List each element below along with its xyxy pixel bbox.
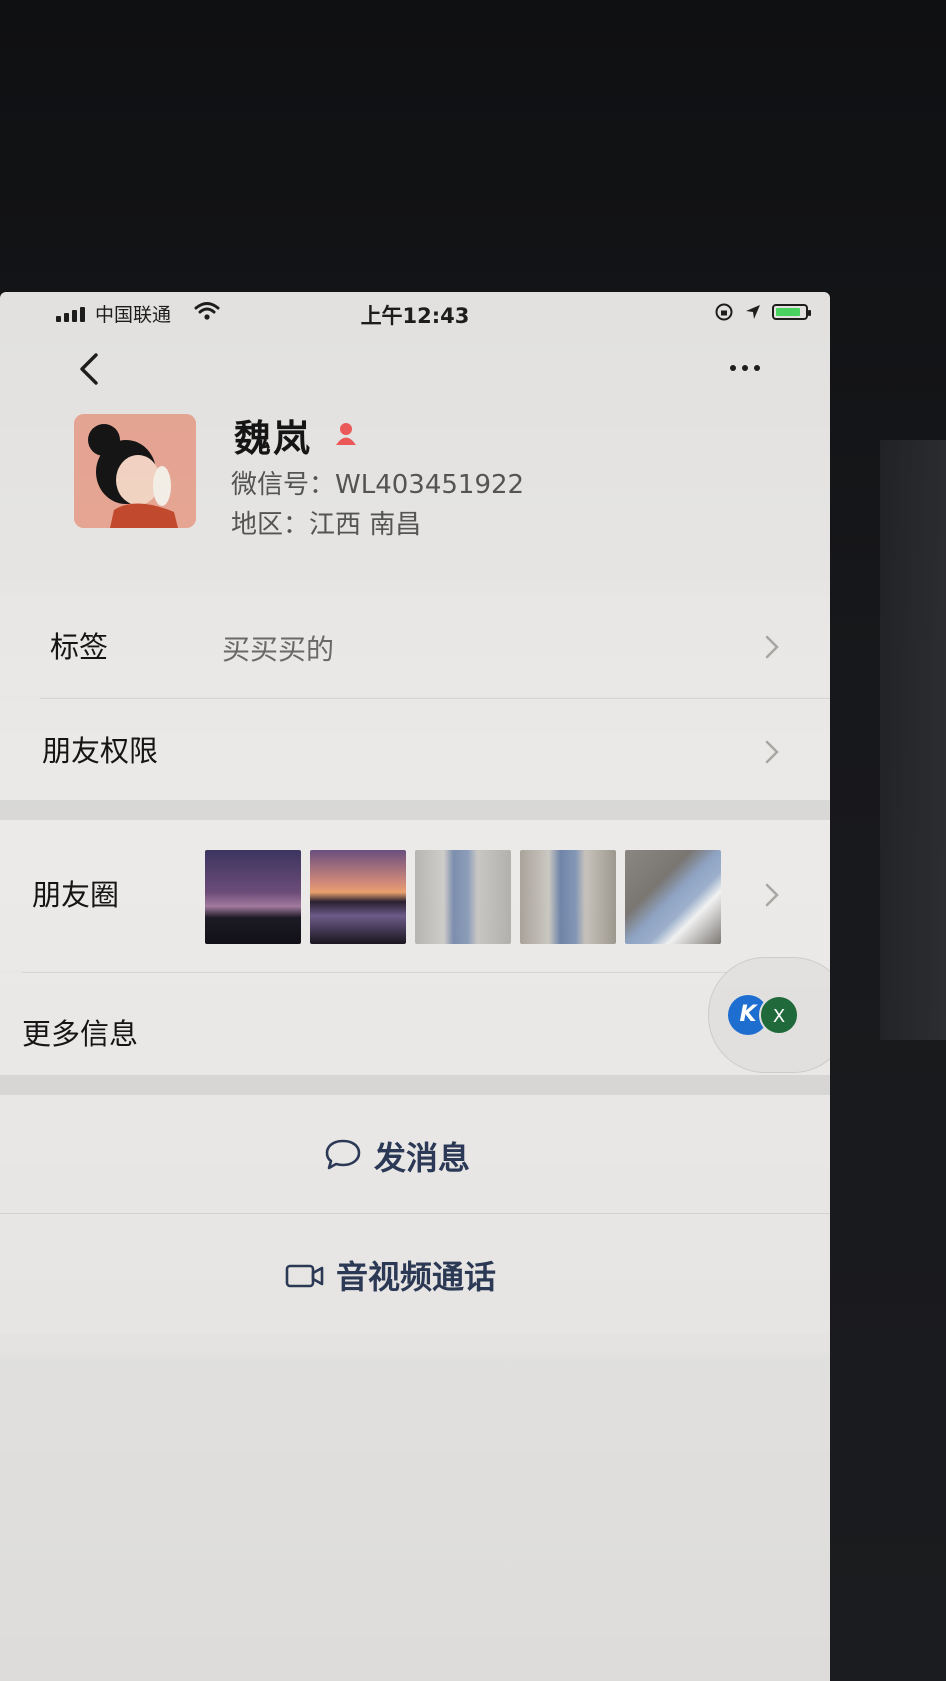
battery-icon <box>772 304 811 320</box>
status-time: 上午12:43 <box>360 304 470 328</box>
chat-bubble-icon <box>325 1139 361 1170</box>
video-call-button[interactable]: 音视频通话 <box>0 1214 830 1334</box>
chevron-right-icon <box>765 635 779 659</box>
moments-photo <box>415 850 511 944</box>
back-button[interactable] <box>70 347 110 391</box>
battery-level <box>776 308 800 316</box>
tags-row[interactable]: 标签 买买买的 <box>0 596 830 696</box>
rotation-lock-icon <box>715 303 733 321</box>
profile-name: 魏岚 <box>234 417 312 460</box>
tags-value: 买买买的 <box>222 633 335 666</box>
section-gap <box>0 800 830 820</box>
status-right-icons <box>714 302 811 322</box>
more-info-label: 更多信息 <box>22 1017 139 1051</box>
moments-row[interactable]: 朋友圈 <box>0 820 830 970</box>
more-info-row[interactable]: 更多信息 <box>0 973 830 1075</box>
phone-screen: 中国联通 上午12:43 魏岚 微信号：WL403451922 地区：江西 南昌… <box>0 292 830 1681</box>
wechat-id: 微信号：WL403451922 <box>231 470 525 500</box>
send-message-label: 发消息 <box>374 1139 471 1177</box>
chevron-right-icon <box>765 883 779 907</box>
video-call-label: 音视频通话 <box>336 1258 497 1296</box>
floating-window-pill[interactable]: K X <box>708 957 830 1073</box>
permissions-label: 朋友权限 <box>42 734 159 768</box>
location-icon <box>746 305 760 319</box>
floating-app-x-icon[interactable]: X <box>759 995 799 1035</box>
moments-label: 朋友圈 <box>32 878 120 912</box>
avatar[interactable] <box>74 414 196 528</box>
tags-label: 标签 <box>50 630 109 664</box>
moments-photo <box>520 850 616 944</box>
moments-photo <box>205 850 301 944</box>
more-options-button[interactable] <box>720 348 770 388</box>
video-camera-icon <box>285 1264 324 1288</box>
section-gap <box>0 1075 830 1095</box>
region: 地区：江西 南昌 <box>231 510 422 540</box>
permissions-row[interactable]: 朋友权限 <box>0 699 830 799</box>
avatar-illustration <box>74 414 196 528</box>
status-bar: 中国联通 上午12:43 <box>0 292 830 338</box>
ellipsis-icon <box>730 365 736 371</box>
empty-area <box>0 1355 830 1681</box>
background-object <box>880 440 946 1040</box>
female-icon <box>336 423 356 445</box>
moments-photo <box>625 850 721 944</box>
send-message-button[interactable]: 发消息 <box>0 1095 830 1213</box>
moments-photo <box>310 850 406 944</box>
moments-thumbnails <box>205 850 721 944</box>
chevron-right-icon <box>765 740 779 764</box>
